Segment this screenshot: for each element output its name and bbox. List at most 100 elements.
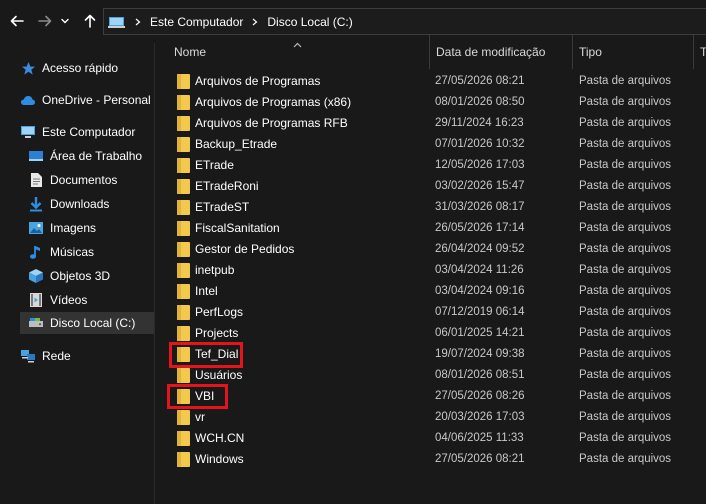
file-date: 31/03/2026 08:17	[435, 201, 525, 213]
network-icon	[20, 348, 36, 364]
column-header-name[interactable]: Nome	[168, 35, 430, 69]
file-row[interactable]: Arquivos de Programas 27/05/2026 08:21 P…	[156, 71, 706, 92]
nav-item-musicas[interactable]: Músicas	[28, 241, 154, 263]
nav-item-acesso-rapido[interactable]: Acesso rápido	[20, 57, 154, 79]
folder-icon	[177, 74, 190, 89]
file-date: 08/01/2026 08:51	[435, 369, 525, 381]
file-row[interactable]: Arquivos de Programas RFB 29/11/2024 16:…	[156, 113, 706, 134]
file-date: 27/05/2026 08:26	[435, 390, 525, 402]
file-date: 20/03/2026 17:03	[435, 411, 525, 423]
nav-item-label: OneDrive - Personal	[42, 93, 151, 107]
file-type: Pasta de arquivos	[579, 117, 672, 129]
folder-icon	[177, 137, 190, 152]
file-date: 27/05/2026 08:21	[435, 453, 525, 465]
column-header-label: Tipo	[579, 45, 602, 59]
arrow-left-icon	[10, 15, 24, 27]
nav-item-este-computador[interactable]: Este Computador	[20, 121, 154, 143]
back-button[interactable]	[6, 10, 28, 32]
file-row[interactable]: Usuários 08/01/2026 08:51 Pasta de arqui…	[156, 365, 706, 386]
music-icon	[28, 244, 44, 260]
column-header-label: Ta	[700, 45, 706, 59]
file-row[interactable]: inetpub 03/04/2024 11:26 Pasta de arquiv…	[156, 260, 706, 281]
cube-icon	[28, 268, 44, 284]
column-header-type[interactable]: Tipo	[573, 35, 694, 69]
nav-item-label: Este Computador	[42, 125, 136, 139]
file-row[interactable]: vr 20/03/2026 17:03 Pasta de arquivos	[156, 407, 706, 428]
file-date: 27/05/2026 08:21	[435, 75, 525, 87]
nav-item-label: Área de Trabalho	[50, 149, 143, 163]
up-button[interactable]	[79, 10, 101, 32]
file-type: Pasta de arquivos	[579, 201, 672, 213]
file-row[interactable]: FiscalSanitation 26/05/2026 17:14 Pasta …	[156, 218, 706, 239]
arrow-up-icon	[84, 14, 96, 28]
file-date: 08/01/2026 08:50	[435, 96, 525, 108]
desktop-icon	[28, 148, 44, 164]
nav-item-label: Objetos 3D	[50, 269, 111, 283]
file-row[interactable]: Backup_Etrade 07/01/2026 10:32 Pasta de …	[156, 134, 706, 155]
nav-item-objetos-3d[interactable]: Objetos 3D	[28, 265, 154, 287]
nav-item-area-de-trabalho[interactable]: Área de Trabalho	[28, 145, 154, 167]
file-date: 06/01/2025 14:21	[435, 327, 525, 339]
nav-item-rede[interactable]: Rede	[20, 345, 154, 367]
file-row[interactable]: ETradeRoni 03/02/2026 15:47 Pasta de arq…	[156, 176, 706, 197]
highlight-box-tef-dial	[169, 342, 243, 368]
chevron-down-icon	[61, 18, 69, 24]
nav-item-onedrive[interactable]: OneDrive - Personal	[20, 89, 154, 111]
folder-icon	[177, 158, 190, 173]
nav-item-videos[interactable]: Vídeos	[28, 289, 154, 311]
arrow-right-icon	[38, 15, 52, 27]
file-type: Pasta de arquivos	[579, 96, 672, 108]
column-headers: Nome Data de modificação Tipo Ta	[156, 35, 706, 69]
file-row[interactable]: Arquivos de Programas (x86) 08/01/2026 0…	[156, 92, 706, 113]
file-type: Pasta de arquivos	[579, 222, 672, 234]
file-row[interactable]: Projects 06/01/2025 14:21 Pasta de arqui…	[156, 323, 706, 344]
nav-item-downloads[interactable]: Downloads	[28, 193, 154, 215]
file-name: ETradeRoni	[195, 179, 259, 193]
breadcrumb-disco-local[interactable]: Disco Local (C:)	[267, 15, 352, 29]
recent-locations-button[interactable]	[58, 10, 72, 32]
file-type: Pasta de arquivos	[579, 432, 672, 444]
nav-item-label: Vídeos	[50, 293, 88, 307]
file-type: Pasta de arquivos	[579, 75, 672, 87]
folder-icon	[177, 116, 190, 131]
file-name: PerfLogs	[195, 305, 244, 319]
file-row[interactable]: Intel 03/04/2024 09:16 Pasta de arquivos	[156, 281, 706, 302]
drive-icon	[28, 315, 44, 331]
forward-button[interactable]	[34, 10, 56, 32]
navigation-pane: Acesso rápido OneDrive - Personal Este C…	[0, 43, 155, 504]
file-name: inetpub	[195, 263, 235, 277]
file-row[interactable]: Windows 27/05/2026 08:21 Pasta de arquiv…	[156, 449, 706, 470]
file-name: Backup_Etrade	[195, 137, 278, 151]
nav-item-label: Músicas	[50, 245, 95, 259]
file-row[interactable]: ETradeST 31/03/2026 08:17 Pasta de arqui…	[156, 197, 706, 218]
nav-item-label: Downloads	[50, 197, 110, 211]
file-row[interactable]: PerfLogs 07/12/2019 06:14 Pasta de arqui…	[156, 302, 706, 323]
file-name: Usuários	[195, 368, 243, 382]
file-date: 29/11/2024 16:23	[435, 117, 524, 129]
breadcrumb-este-computador[interactable]: Este Computador	[150, 15, 243, 29]
nav-item-imagens[interactable]: Imagens	[28, 217, 154, 239]
file-type: Pasta de arquivos	[579, 327, 672, 339]
file-name: Arquivos de Programas (x86)	[195, 95, 352, 109]
document-icon	[28, 172, 44, 188]
column-header-size[interactable]: Ta	[694, 35, 706, 69]
nav-item-disco-local[interactable]: Disco Local (C:)	[20, 312, 154, 334]
nav-item-label: Disco Local (C:)	[50, 316, 136, 330]
folder-icon	[177, 284, 190, 299]
file-row[interactable]: VBI 27/05/2026 08:26 Pasta de arquivos	[156, 386, 706, 407]
folder-icon	[177, 305, 190, 320]
star-icon	[20, 60, 36, 76]
cloud-icon	[20, 92, 36, 108]
file-date: 12/05/2026 17:03	[435, 159, 525, 171]
folder-icon	[177, 179, 190, 194]
download-icon	[28, 196, 44, 212]
file-row[interactable]: WCH.CN 04/06/2025 11:33 Pasta de arquivo…	[156, 428, 706, 449]
folder-icon	[177, 242, 190, 257]
column-header-date[interactable]: Data de modificação	[430, 35, 573, 69]
file-row[interactable]: Gestor de Pedidos 26/04/2024 09:52 Pasta…	[156, 239, 706, 260]
file-type: Pasta de arquivos	[579, 369, 672, 381]
address-bar[interactable]: Este Computador Disco Local (C:)	[103, 8, 706, 35]
nav-item-documentos[interactable]: Documentos	[28, 169, 154, 191]
file-row[interactable]: ETrade 12/05/2026 17:03 Pasta de arquivo…	[156, 155, 706, 176]
file-type: Pasta de arquivos	[579, 180, 672, 192]
